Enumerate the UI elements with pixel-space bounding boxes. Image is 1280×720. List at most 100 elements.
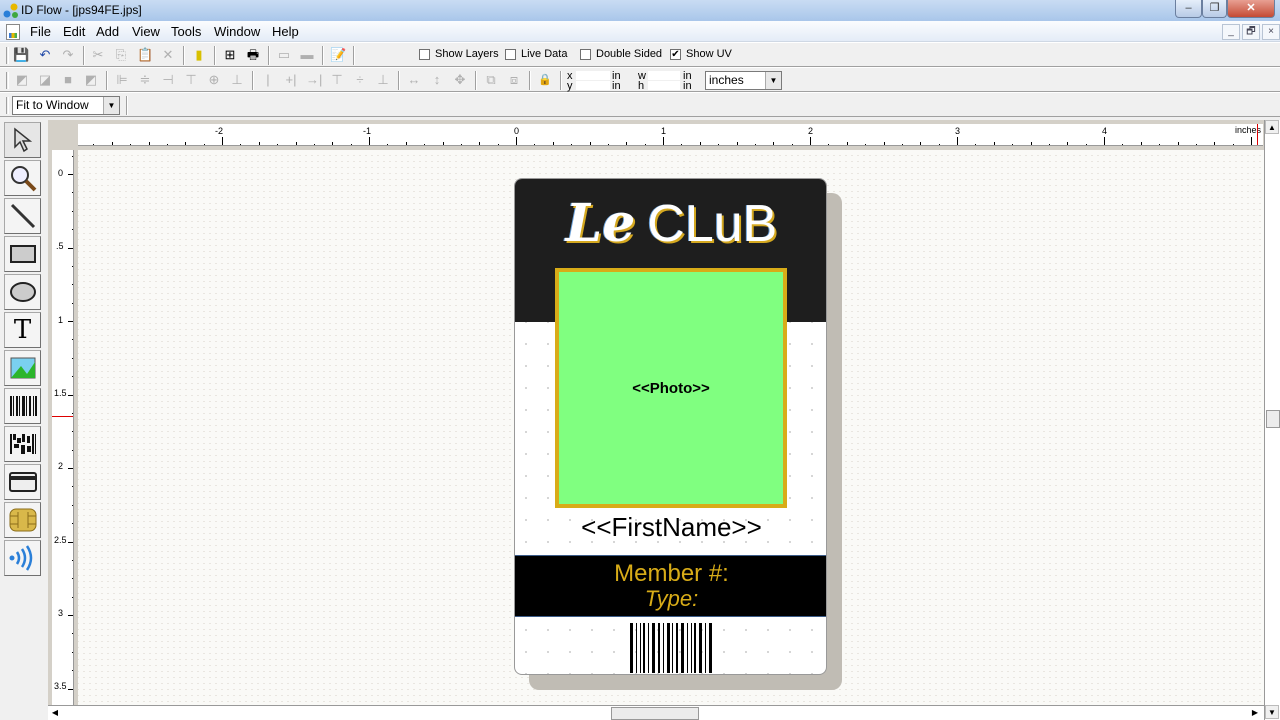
align-top-icon[interactable]: ⊤ xyxy=(183,72,199,88)
card-title[interactable]: Le CLuB xyxy=(515,193,826,254)
show-uv-checkbox[interactable]: ✔ Show UV xyxy=(670,48,732,60)
space-vertical-icon[interactable]: ↕ xyxy=(429,72,445,88)
properties-icon[interactable]: 📝 xyxy=(330,47,346,63)
y-input[interactable] xyxy=(576,81,610,90)
member-type-label[interactable]: Type: xyxy=(515,586,826,612)
close-button[interactable]: ✕ xyxy=(1227,0,1275,18)
mdi-minimize-button[interactable]: _ xyxy=(1222,24,1240,40)
line-tool[interactable] xyxy=(4,198,41,234)
distribute-top-icon[interactable]: ⊤ xyxy=(329,72,345,88)
member-number-label[interactable]: Member #: xyxy=(515,560,826,588)
send-to-back-icon[interactable]: ◩ xyxy=(83,72,99,88)
menu-tools[interactable]: Tools xyxy=(171,24,201,39)
rfid-tool[interactable] xyxy=(4,540,41,576)
space-horizontal-icon[interactable]: ↔ xyxy=(406,72,422,88)
minimize-button[interactable]: – xyxy=(1175,0,1202,18)
menu-add[interactable]: Add xyxy=(96,24,119,39)
id-card[interactable]: Le CLuB <<Photo>> <<FirstName>> Member #:… xyxy=(514,178,827,675)
vertical-scroll-thumb[interactable] xyxy=(1266,410,1280,428)
horizontal-scroll-thumb[interactable] xyxy=(611,707,699,720)
save-icon[interactable]: 💾 xyxy=(13,47,29,63)
text-tool[interactable]: T xyxy=(4,312,41,348)
align-bottom-icon[interactable]: ⊥ xyxy=(229,72,245,88)
vertical-scrollbar[interactable]: ▲ ▼ xyxy=(1264,120,1280,720)
align-left-icon[interactable]: ⊫ xyxy=(114,72,130,88)
send-backward-icon[interactable]: ■ xyxy=(60,72,76,88)
menu-help[interactable]: Help xyxy=(272,24,299,39)
group-icon[interactable]: ⧉ xyxy=(483,72,499,88)
x-input[interactable] xyxy=(576,71,610,80)
smart-chip-tool[interactable] xyxy=(4,502,41,538)
checkbox-box[interactable] xyxy=(419,48,430,60)
scroll-left-icon[interactable]: ◀ xyxy=(48,706,62,720)
2d-barcode-tool[interactable] xyxy=(4,426,41,462)
align-center-icon[interactable]: ≑ xyxy=(137,72,153,88)
menu-edit[interactable]: Edit xyxy=(63,24,85,39)
image-tool[interactable] xyxy=(4,350,41,386)
ruler-tick xyxy=(626,142,628,145)
barcode-bar xyxy=(662,623,664,673)
distribute-left-icon[interactable]: |← xyxy=(260,72,276,103)
double-sided-checkbox[interactable]: Double Sided xyxy=(580,48,662,60)
chevron-down-icon[interactable]: ▼ xyxy=(765,72,781,89)
menu-view[interactable]: View xyxy=(132,24,160,39)
paste-icon[interactable]: 📋 xyxy=(137,47,153,63)
show-layers-checkbox[interactable]: Show Layers xyxy=(419,48,499,60)
print-layout-icon[interactable]: ⊞ xyxy=(222,47,238,63)
checkbox-box[interactable] xyxy=(580,48,591,60)
select-tool[interactable] xyxy=(4,122,41,158)
undo-icon[interactable]: ↶ xyxy=(37,47,53,63)
menu-file[interactable]: File xyxy=(30,24,51,39)
toolbar-grip[interactable] xyxy=(6,97,9,114)
restore-button[interactable]: ❐ xyxy=(1202,0,1227,18)
zoom-select[interactable]: Fit to Window ▼ xyxy=(12,96,120,115)
distribute-center-icon[interactable]: +| xyxy=(283,72,299,88)
zoom-tool[interactable] xyxy=(4,160,41,196)
height-input[interactable] xyxy=(648,81,680,90)
width-input[interactable] xyxy=(648,71,680,80)
redo-icon[interactable]: ↷ xyxy=(60,47,76,63)
ungroup-icon[interactable]: ⧈ xyxy=(506,72,522,88)
distribute-middle-icon[interactable]: ÷ xyxy=(352,72,368,88)
units-select[interactable]: inches ▼ xyxy=(705,71,782,90)
toolbar-separator xyxy=(475,71,477,90)
encode-icon[interactable]: ▭ xyxy=(276,47,292,63)
ellipse-tool[interactable] xyxy=(4,274,41,310)
scroll-down-icon[interactable]: ▼ xyxy=(1265,705,1279,719)
firstname-field[interactable]: <<FirstName>> xyxy=(515,512,826,543)
document-icon[interactable] xyxy=(6,24,20,40)
photo-placeholder[interactable]: <<Photo>> xyxy=(555,268,787,508)
scroll-right-icon[interactable]: ▶ xyxy=(1248,706,1262,720)
design-canvas[interactable]: Le CLuB <<Photo>> <<FirstName>> Member #:… xyxy=(78,150,1264,705)
checkbox-box[interactable] xyxy=(505,48,516,60)
copy-icon[interactable]: ⎘ xyxy=(113,47,129,63)
database-icon[interactable]: ▮ xyxy=(191,47,207,63)
chevron-down-icon[interactable]: ▼ xyxy=(103,97,119,114)
align-right-icon[interactable]: ⊣ xyxy=(160,72,176,88)
bring-forward-icon[interactable]: ◪ xyxy=(37,72,53,88)
horizontal-scrollbar[interactable]: ◀ ▶ xyxy=(48,705,1264,720)
checkmark-icon[interactable]: ✔ xyxy=(670,48,681,60)
toolbar-grip[interactable] xyxy=(6,72,9,89)
delete-icon[interactable]: ✕ xyxy=(160,47,176,63)
distribute-bottom-icon[interactable]: ⊥ xyxy=(375,72,391,88)
menu-window[interactable]: Window xyxy=(214,24,260,39)
space-both-icon[interactable]: ✥ xyxy=(452,72,468,88)
live-data-checkbox[interactable]: Live Data xyxy=(505,48,567,60)
mdi-restore-button[interactable]: 🗗 xyxy=(1242,24,1260,40)
encode-all-icon[interactable]: ▬ xyxy=(299,47,315,63)
mdi-close-button[interactable]: × xyxy=(1262,24,1280,40)
align-middle-icon[interactable]: ⊕ xyxy=(206,72,222,88)
barcode[interactable] xyxy=(630,623,712,673)
cut-icon[interactable]: ✂ xyxy=(90,47,106,63)
scroll-up-icon[interactable]: ▲ xyxy=(1265,120,1279,134)
lock-icon[interactable]: 🔒 xyxy=(537,72,553,88)
toolbar-grip[interactable] xyxy=(6,47,9,64)
distribute-right-icon[interactable]: →| xyxy=(306,72,322,88)
rectangle-tool[interactable] xyxy=(4,236,41,272)
bring-to-front-icon[interactable]: ◩ xyxy=(14,72,30,88)
print-icon[interactable]: 🖶 xyxy=(245,47,261,63)
magstripe-tool[interactable] xyxy=(4,464,41,500)
barcode-tool[interactable] xyxy=(4,388,41,424)
member-info-band[interactable]: Member #: Type: xyxy=(515,555,826,617)
